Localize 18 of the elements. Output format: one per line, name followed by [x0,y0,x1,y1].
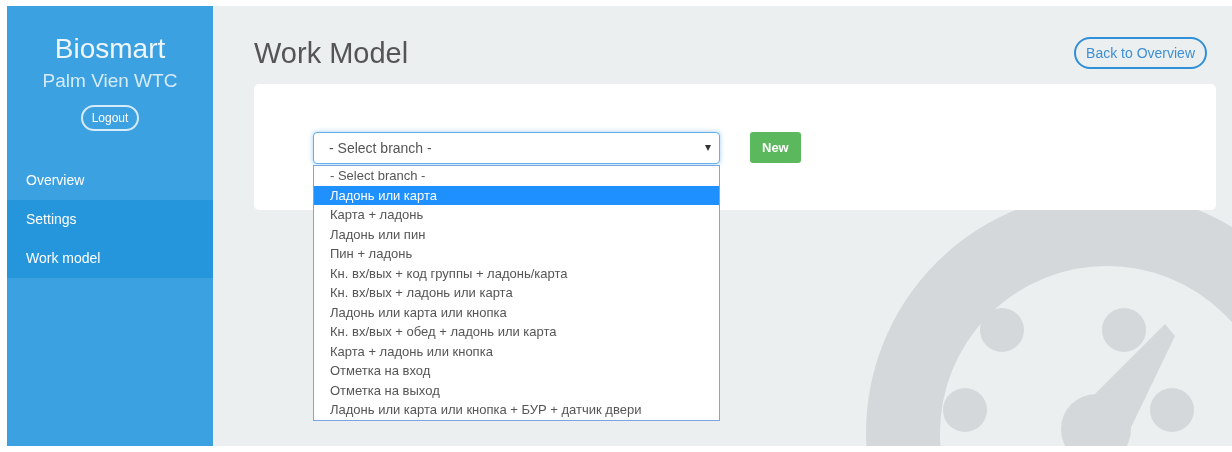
select-value: - Select branch - [329,140,432,156]
dropdown-option[interactable]: Кн. вх/вых + обед + ладонь или карта [314,322,719,342]
caret-icon [705,145,711,151]
dropdown-option[interactable]: Кн. вх/вых + ладонь или карта [314,283,719,303]
branch-select[interactable]: - Select branch - [313,132,720,164]
dropdown-option[interactable]: Отметка на выход [314,380,719,400]
brand-title: Biosmart [54,32,166,66]
site-name: Palm Vien WTC [42,69,178,93]
dropdown-option[interactable]: Карта + ладонь или кнопка [314,341,719,361]
dropdown-option[interactable]: Отметка на вход [314,361,719,381]
dropdown-option[interactable]: Карта + ладонь [314,205,719,225]
page-title: Work Model [254,36,409,70]
dropdown-option[interactable]: Пин + ладонь [314,244,719,264]
dropdown-option[interactable]: Кн. вх/вых + код группы + ладонь/карта [314,263,719,283]
dropdown-option[interactable]: Ладонь или пин [314,224,719,244]
dropdown-option[interactable]: Ладонь или карта или кнопка + БУР + датчик двери [314,400,719,420]
dropdown-option[interactable]: Ладонь или карта или кнопка [314,302,719,322]
dropdown-option[interactable]: - Select branch - [314,166,719,186]
